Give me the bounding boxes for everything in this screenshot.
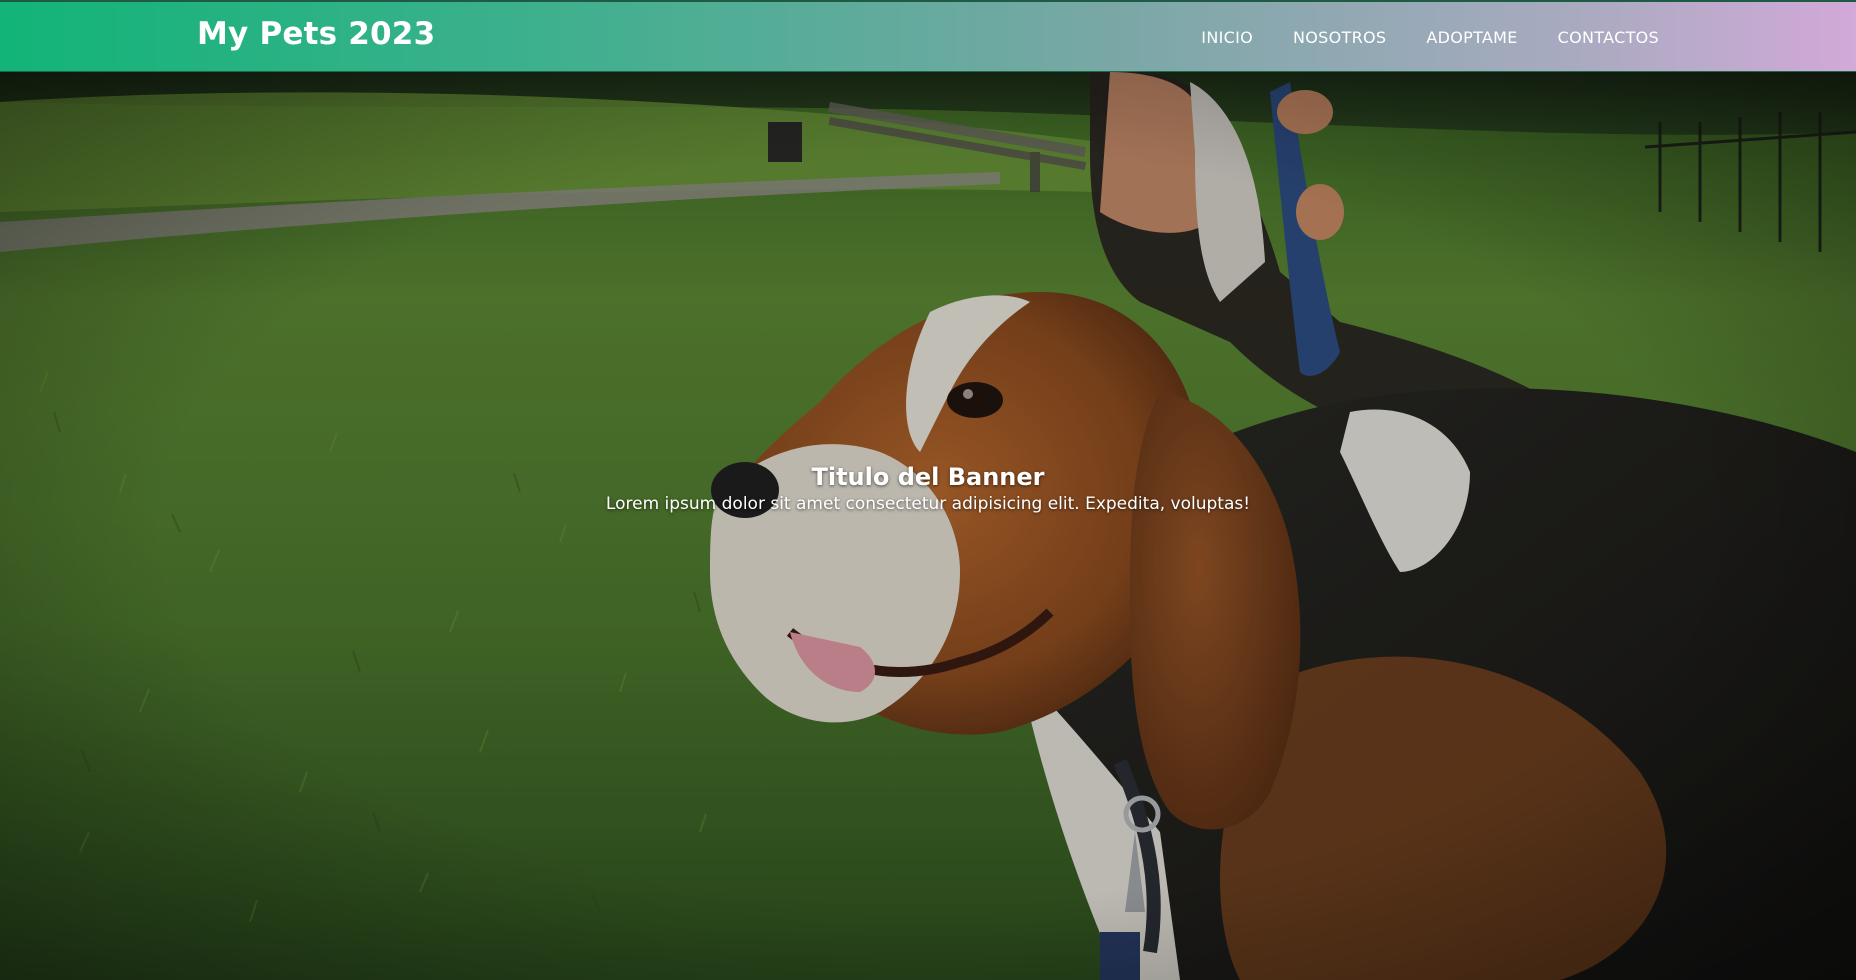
hero-banner: Titulo del Banner Lorem ipsum dolor sit …: [0, 72, 1856, 980]
banner-subtitle: Lorem ipsum dolor sit amet consectetur a…: [605, 494, 1251, 514]
top-navbar: My Pets 2023 INICIO NOSOTROS ADOPTAME CO…: [0, 0, 1856, 72]
banner-title: Titulo del Banner: [811, 463, 1045, 491]
nav-link-adoptame[interactable]: ADOPTAME: [1426, 28, 1517, 47]
banner-caption: Titulo del Banner Lorem ipsum dolor sit …: [0, 462, 1856, 516]
beagle-banner-image: [0, 72, 1856, 980]
site-brand-logo[interactable]: My Pets 2023: [197, 14, 435, 54]
nav-link-nosotros[interactable]: NOSOTROS: [1293, 28, 1386, 47]
main-nav: INICIO NOSOTROS ADOPTAME CONTACTOS: [1201, 2, 1659, 72]
nav-link-contactos[interactable]: CONTACTOS: [1558, 28, 1659, 47]
nav-link-inicio[interactable]: INICIO: [1201, 28, 1253, 47]
